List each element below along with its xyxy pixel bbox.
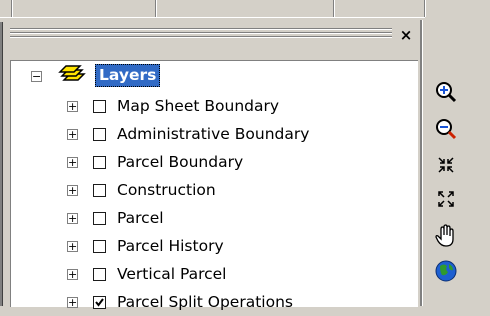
layer-visibility-checkbox[interactable] bbox=[93, 296, 106, 309]
toolbar-edge bbox=[0, 17, 425, 18]
layer-row[interactable]: + Map Sheet Boundary bbox=[0, 92, 407, 120]
expand-layer-icon[interactable]: + bbox=[67, 269, 78, 280]
toolbar-separator bbox=[333, 0, 335, 17]
layer-label[interactable]: Parcel bbox=[117, 204, 164, 232]
layer-label[interactable]: Administrative Boundary bbox=[117, 120, 309, 148]
layer-visibility-checkbox[interactable] bbox=[93, 156, 106, 169]
layer-label[interactable]: Parcel Split Operations bbox=[117, 288, 293, 316]
toolbar-separator bbox=[155, 0, 157, 17]
full-extent-button[interactable] bbox=[428, 256, 464, 286]
fixed-zoom-out-icon bbox=[438, 191, 454, 207]
expand-layer-icon[interactable]: + bbox=[67, 185, 78, 196]
zoom-out-button[interactable] bbox=[428, 114, 464, 144]
layer-label[interactable]: Map Sheet Boundary bbox=[117, 92, 279, 120]
layer-row[interactable]: + Parcel bbox=[0, 204, 407, 232]
panel-grip[interactable] bbox=[10, 28, 392, 40]
top-toolbar-strip bbox=[0, 0, 490, 22]
layer-row[interactable]: + Parcel History bbox=[0, 232, 407, 260]
expand-layer-icon[interactable]: + bbox=[67, 101, 78, 112]
layer-visibility-checkbox[interactable] bbox=[93, 128, 106, 141]
expand-layer-icon[interactable]: + bbox=[67, 297, 78, 308]
pan-button[interactable] bbox=[428, 221, 464, 251]
close-button[interactable]: × bbox=[398, 28, 414, 44]
layer-row[interactable]: + Parcel Split Operations bbox=[0, 288, 407, 316]
collapse-root-icon[interactable]: − bbox=[31, 71, 42, 82]
layer-visibility-checkbox[interactable] bbox=[93, 240, 106, 253]
layer-visibility-checkbox[interactable] bbox=[93, 212, 106, 225]
layer-label[interactable]: Construction bbox=[117, 176, 216, 204]
zoom-in-icon bbox=[436, 82, 457, 103]
full-extent-icon bbox=[435, 260, 457, 282]
fixed-zoom-in-icon bbox=[438, 157, 454, 173]
panel-splitter[interactable] bbox=[420, 20, 423, 306]
layer-visibility-checkbox[interactable] bbox=[93, 268, 106, 281]
layer-row[interactable]: + Construction bbox=[0, 176, 407, 204]
layer-row[interactable]: + Vertical Parcel bbox=[0, 260, 407, 288]
layers-root-label[interactable]: Layers bbox=[95, 64, 161, 87]
layer-label[interactable]: Vertical Parcel bbox=[117, 260, 227, 288]
layer-row[interactable]: + Administrative Boundary bbox=[0, 120, 407, 148]
zoom-out-icon bbox=[436, 119, 457, 140]
layer-visibility-checkbox[interactable] bbox=[93, 100, 106, 113]
expand-layer-icon[interactable]: + bbox=[67, 241, 78, 252]
layers-icon bbox=[58, 65, 86, 81]
fixed-zoom-in-button[interactable] bbox=[428, 150, 464, 180]
pan-icon bbox=[435, 224, 454, 247]
fixed-zoom-out-button[interactable] bbox=[428, 184, 464, 214]
toolbar-separator bbox=[424, 0, 426, 17]
toolbar-separator bbox=[11, 0, 13, 17]
layer-label[interactable]: Parcel History bbox=[117, 232, 224, 260]
tools-toolbar bbox=[428, 64, 464, 306]
expand-layer-icon[interactable]: + bbox=[67, 157, 78, 168]
expand-layer-icon[interactable]: + bbox=[67, 213, 78, 224]
layer-row[interactable]: + Parcel Boundary bbox=[0, 148, 407, 176]
expand-layer-icon[interactable]: + bbox=[67, 129, 78, 140]
layer-label[interactable]: Parcel Boundary bbox=[117, 148, 243, 176]
layer-visibility-checkbox[interactable] bbox=[93, 184, 106, 197]
zoom-in-button[interactable] bbox=[428, 77, 464, 107]
